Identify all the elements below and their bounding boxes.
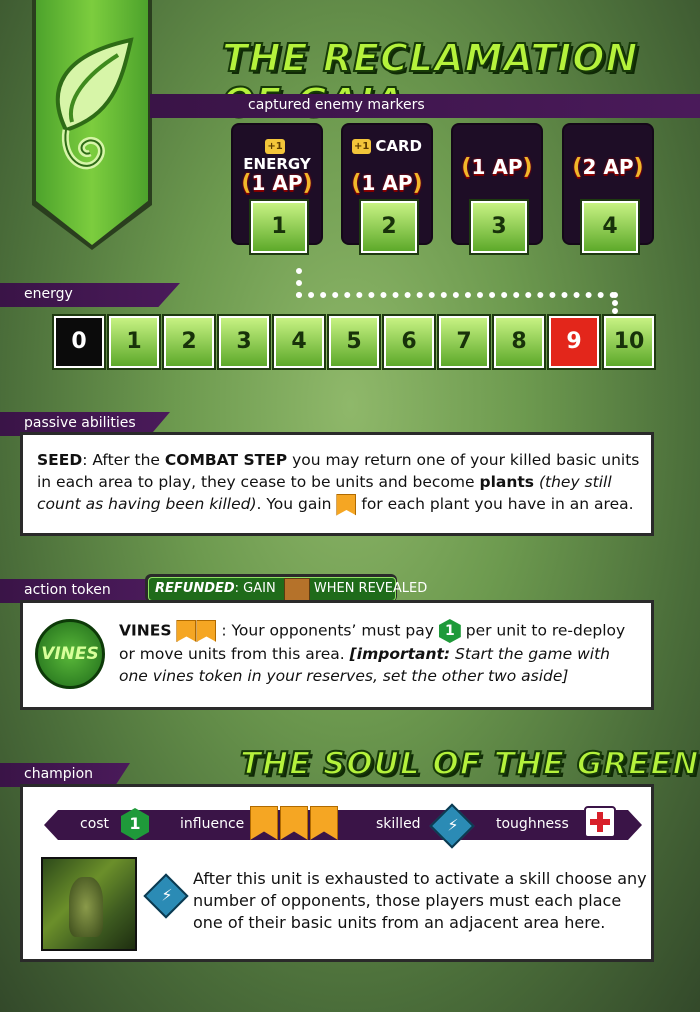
refund-gain-text: : GAIN bbox=[234, 581, 276, 596]
ap-value: 2 AP bbox=[582, 155, 634, 179]
influence-label: influence bbox=[180, 816, 245, 832]
toughness-label: toughness bbox=[496, 816, 569, 832]
toughness-icon bbox=[584, 806, 616, 838]
energy-step-1: 1 bbox=[109, 316, 159, 368]
champion-ability: After this unit is exhausted to activate… bbox=[193, 869, 647, 932]
champion-name: THE SOUL OF THE GREEN bbox=[239, 745, 700, 783]
energy-step-9: 9 bbox=[549, 316, 599, 368]
refunded-keyword: REFUNDED bbox=[155, 581, 235, 596]
marker-card-2: +1 CARD (1 AP) 2 bbox=[343, 125, 431, 253]
captured-strip bbox=[150, 94, 700, 118]
marker-card-4: (2 AP) 4 bbox=[564, 125, 652, 253]
influence-value bbox=[250, 806, 338, 840]
leaf-icon bbox=[55, 37, 134, 170]
important-note: [important: bbox=[349, 645, 451, 663]
action-panel: VINES VINES : Your opponents’ must pay 1… bbox=[20, 600, 654, 710]
champion-label: champion bbox=[24, 766, 94, 782]
vines-keyword: VINES bbox=[119, 621, 172, 640]
skilled-label: skilled bbox=[376, 816, 421, 832]
influence-icon bbox=[176, 620, 197, 642]
dotted-connector bbox=[296, 292, 616, 298]
bonus-tag: +1 bbox=[352, 139, 372, 154]
laurel-icon: ) bbox=[633, 155, 644, 180]
crate-icon bbox=[283, 578, 310, 602]
influence-icon bbox=[196, 620, 217, 642]
ap-value: 1 AP bbox=[471, 155, 523, 179]
combat-step-keyword: COMBAT STEP bbox=[164, 451, 288, 469]
influence-icon bbox=[310, 806, 338, 840]
passive-label: passive abilities bbox=[24, 415, 136, 431]
champion-portrait bbox=[41, 857, 137, 951]
bonus-tag: +1 bbox=[265, 139, 285, 154]
action-label: action token bbox=[24, 582, 111, 598]
cost-hex-icon: 1 bbox=[438, 619, 461, 643]
energy-step-10: 10 bbox=[604, 316, 654, 368]
skill-icon: ⚡ bbox=[429, 803, 475, 849]
passive-panel: SEED: After the COMBAT STEP you may retu… bbox=[20, 432, 654, 536]
energy-step-7: 7 bbox=[439, 316, 489, 368]
energy-label: energy bbox=[24, 286, 73, 302]
laurel-icon: ( bbox=[351, 171, 362, 196]
plants-keyword: plants bbox=[479, 473, 535, 491]
ap-value: 1 AP bbox=[251, 171, 303, 195]
energy-step-4: 4 bbox=[274, 316, 324, 368]
energy-step-3: 3 bbox=[219, 316, 269, 368]
energy-step-0: 0 bbox=[54, 316, 104, 368]
skill-icon: ⚡ bbox=[143, 873, 189, 919]
laurel-icon: ( bbox=[572, 155, 583, 180]
laurel-icon: ( bbox=[241, 171, 252, 196]
laurel-icon: ) bbox=[302, 171, 313, 196]
seed-keyword: SEED bbox=[37, 451, 83, 469]
vines-token-icon: VINES bbox=[35, 619, 105, 689]
bonus-text: CARD bbox=[375, 137, 422, 155]
captured-label: captured enemy markers bbox=[248, 97, 425, 113]
marker-number: 1 bbox=[251, 201, 307, 253]
cost-hex-icon: 1 bbox=[121, 808, 149, 840]
influence-icon bbox=[250, 806, 278, 840]
refunded-banner: REFUNDED: GAIN WHEN REVEALED bbox=[145, 574, 427, 602]
ap-value: 1 AP bbox=[361, 171, 413, 195]
action-text: : Your opponents’ must pay bbox=[216, 621, 439, 640]
marker-card-1: +1ENERGY (1 AP) 1 bbox=[233, 125, 321, 253]
marker-card-3: (1 AP) 3 bbox=[453, 125, 541, 253]
refund-when-text: WHEN REVEALED bbox=[313, 581, 428, 596]
energy-step-2: 2 bbox=[164, 316, 214, 368]
dotted-connector bbox=[612, 292, 618, 314]
energy-step-5: 5 bbox=[329, 316, 379, 368]
passive-text: . You gain bbox=[256, 495, 337, 513]
influence-icon bbox=[336, 493, 357, 516]
marker-number: 3 bbox=[471, 201, 527, 253]
energy-step-8: 8 bbox=[494, 316, 544, 368]
laurel-icon: ( bbox=[461, 155, 472, 180]
passive-text: for each plant you have in an area. bbox=[356, 495, 634, 513]
influence-icon bbox=[280, 806, 308, 840]
laurel-icon: ) bbox=[412, 171, 423, 196]
marker-number: 4 bbox=[582, 201, 638, 253]
faction-banner bbox=[36, 0, 148, 245]
laurel-icon: ) bbox=[522, 155, 533, 180]
cost-label: cost bbox=[80, 816, 110, 832]
passive-text: : After the bbox=[82, 451, 165, 469]
marker-number: 2 bbox=[361, 201, 417, 253]
energy-step-6: 6 bbox=[384, 316, 434, 368]
